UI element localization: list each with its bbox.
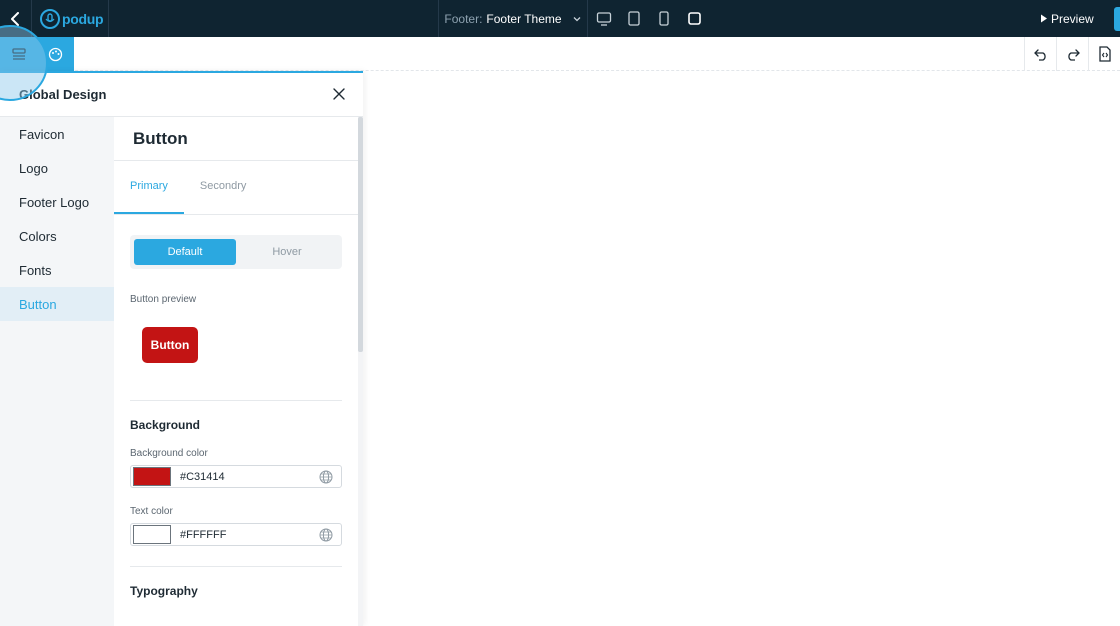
chevron-down-icon <box>573 16 581 21</box>
close-icon[interactable] <box>331 86 347 102</box>
code-file-button[interactable] <box>1088 37 1120 71</box>
scrollbar-thumb[interactable] <box>358 117 363 352</box>
design-nav: Favicon Logo Footer Logo Colors Fonts Bu… <box>0 117 114 626</box>
chevron-left-icon <box>10 11 19 26</box>
global-design-panel: Global Design Favicon Logo Footer Logo C… <box>0 71 363 626</box>
nav-item-fonts[interactable]: Fonts <box>0 253 114 287</box>
desktop-view-button[interactable] <box>589 0 619 37</box>
tab-secondary[interactable]: Secondry <box>184 180 262 214</box>
tablet-view-button[interactable] <box>619 0 649 37</box>
state-hover-button[interactable]: Hover <box>236 239 338 265</box>
tablet-icon <box>628 11 640 26</box>
monitor-icon <box>596 11 612 26</box>
background-color-value[interactable]: #C31414 <box>180 471 315 483</box>
tab-primary[interactable]: Primary <box>114 180 184 214</box>
undo-icon <box>1033 49 1046 61</box>
nav-item-favicon[interactable]: Favicon <box>0 117 114 151</box>
device-switcher <box>589 0 709 37</box>
top-bar: podup Footer: Footer Theme Preview <box>0 0 1120 37</box>
microphone-logo-icon <box>40 8 60 29</box>
state-default-button[interactable]: Default <box>134 239 236 265</box>
preview-label: Preview <box>1051 11 1094 26</box>
redo-icon <box>1067 49 1080 61</box>
editor-toolbar <box>0 37 1120 71</box>
code-file-icon <box>1098 46 1111 62</box>
background-color-label: Background color <box>130 448 208 459</box>
logo-text: podup <box>62 10 104 27</box>
theme-label: Footer: <box>444 11 483 26</box>
text-color-field[interactable]: #FFFFFF <box>130 523 342 546</box>
publish-button-edge[interactable] <box>1114 7 1120 31</box>
section-title: Button <box>114 117 358 161</box>
preview-button-sample: Button <box>142 327 198 363</box>
text-color-value[interactable]: #FFFFFF <box>180 529 315 541</box>
nav-item-button[interactable]: Button <box>0 287 114 321</box>
undo-button[interactable] <box>1024 37 1056 71</box>
nav-item-colors[interactable]: Colors <box>0 219 114 253</box>
state-toggle: Default Hover <box>130 235 342 269</box>
background-color-swatch[interactable] <box>133 467 171 486</box>
app-logo[interactable]: podup <box>33 0 109 37</box>
globe-icon[interactable] <box>315 525 337 545</box>
mobile-view-button[interactable] <box>649 0 679 37</box>
nav-item-logo[interactable]: Logo <box>0 151 114 185</box>
play-icon <box>1041 14 1047 23</box>
square-icon <box>687 12 701 25</box>
divider <box>130 566 342 567</box>
typography-heading: Typography <box>130 584 198 598</box>
phone-icon <box>659 11 669 26</box>
button-preview-area: Button <box>114 305 358 400</box>
editor-canvas[interactable] <box>363 71 1120 626</box>
palette-icon <box>48 47 63 61</box>
nav-item-footer-logo[interactable]: Footer Logo <box>0 185 114 219</box>
button-preview-label: Button preview <box>130 294 197 305</box>
theme-selector[interactable]: Footer: Footer Theme <box>438 0 588 37</box>
button-type-tabs: Primary Secondry <box>114 161 358 215</box>
globe-icon[interactable] <box>315 467 337 487</box>
panel-header: Global Design <box>0 73 363 117</box>
background-heading: Background <box>130 418 201 432</box>
divider <box>130 400 342 401</box>
redo-button[interactable] <box>1056 37 1088 71</box>
history-actions <box>1024 37 1120 71</box>
text-color-swatch[interactable] <box>133 525 171 544</box>
background-color-field[interactable]: #C31414 <box>130 465 342 488</box>
text-color-label: Text color <box>130 506 173 517</box>
panel-scrollbar[interactable] <box>358 117 363 626</box>
button-settings: Button Primary Secondry Default Hover Bu… <box>114 117 358 626</box>
square-view-button[interactable] <box>679 0 709 37</box>
preview-button[interactable]: Preview <box>1040 0 1094 37</box>
theme-value: Footer Theme <box>486 11 562 26</box>
